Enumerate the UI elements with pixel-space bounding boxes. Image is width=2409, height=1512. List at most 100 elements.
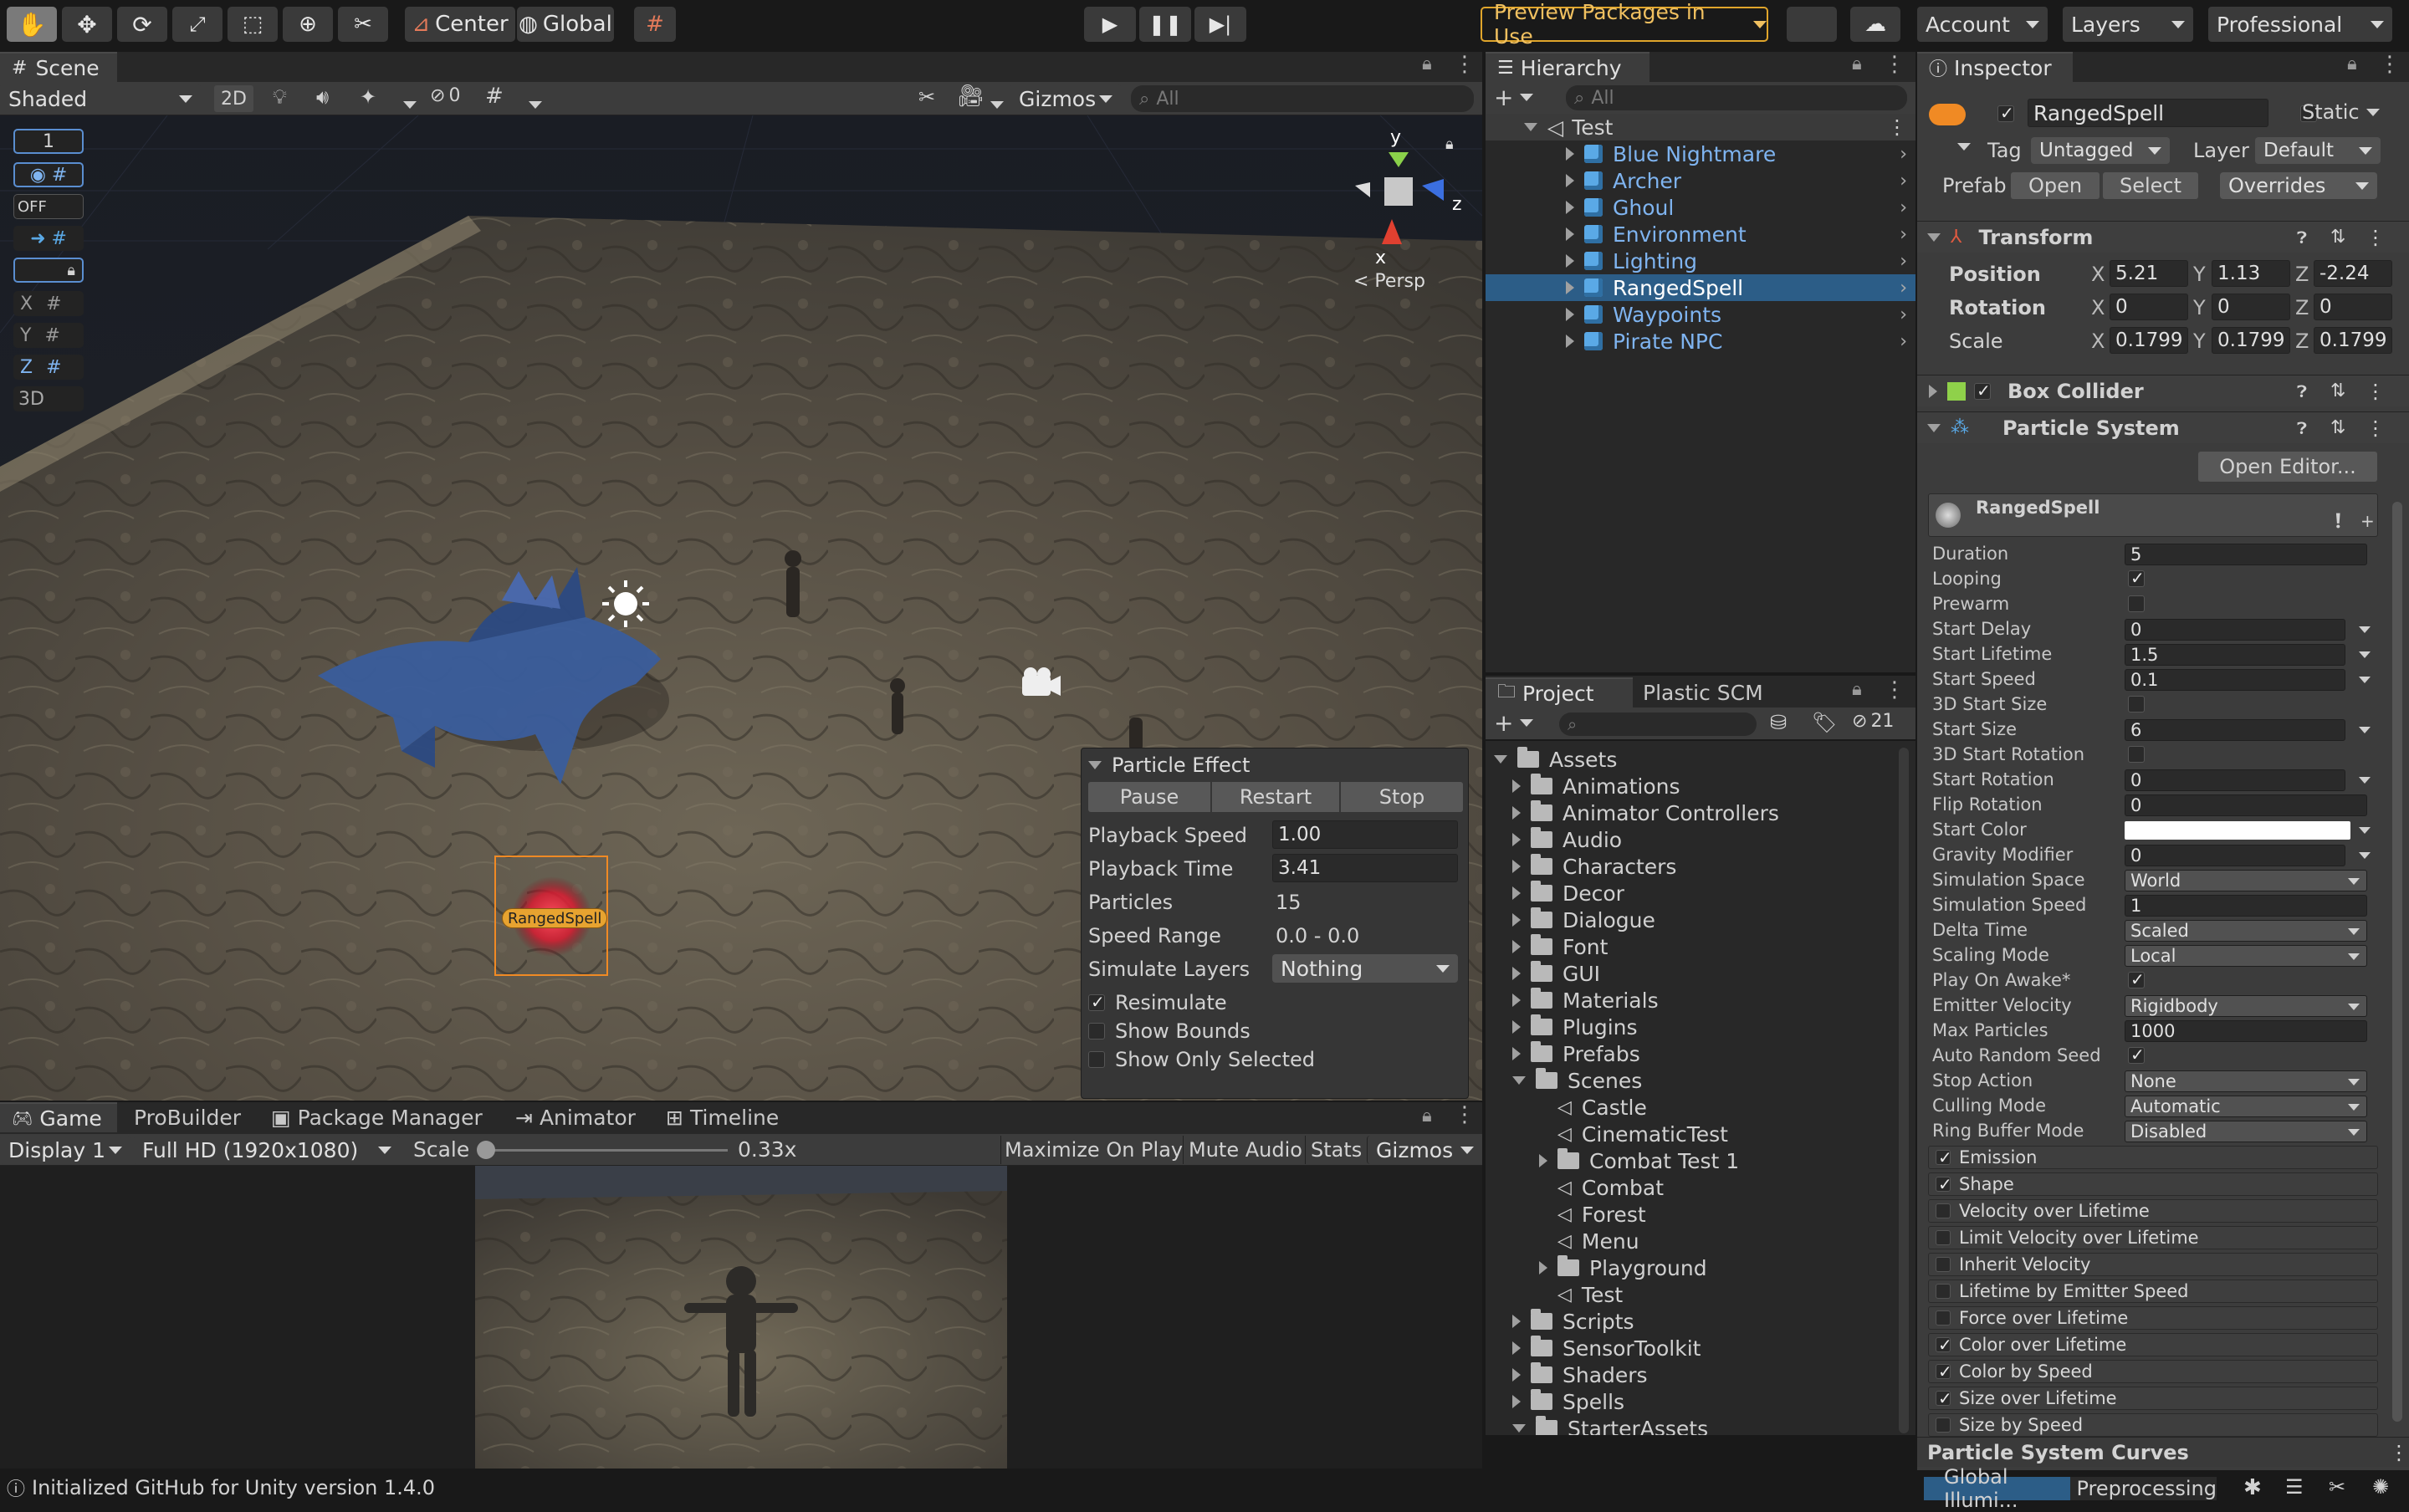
ps-prop-dropdown[interactable]: World (2125, 870, 2367, 891)
tab-project[interactable]: 🗀 Project (1486, 677, 1633, 707)
project-search-input[interactable]: ⌕ (1559, 713, 1757, 736)
ps-module-header[interactable]: Shape (1928, 1172, 2378, 1196)
hierarchy-scene-row[interactable]: ◁ Test ⋮ (1486, 114, 1915, 140)
show-bounds-checkbox[interactable]: Show Bounds (1088, 1019, 1251, 1043)
tab-hierarchy[interactable]: ☰ Hierarchy (1486, 52, 1649, 82)
chevron-right-icon[interactable] (1566, 147, 1574, 161)
hierarchy-item[interactable]: Ghoul › (1486, 194, 1915, 221)
hierarchy-item[interactable]: Archer › (1486, 167, 1915, 194)
ps-prop-dropdown[interactable]: Automatic (2125, 1096, 2367, 1117)
module-checkbox[interactable] (1936, 1203, 1951, 1218)
more-menu-icon[interactable]: ⋮ (1884, 677, 1905, 702)
tab-inspector[interactable]: ⓘ Inspector (1917, 52, 2073, 82)
preset-icon[interactable]: ⇅ (2330, 227, 2345, 248)
chevron-down-icon[interactable] (2359, 777, 2371, 784)
overlay-x-axis[interactable]: X # (13, 291, 84, 316)
hierarchy-item[interactable]: Lighting › (1486, 248, 1915, 274)
prefab-select-button[interactable]: Select (2103, 172, 2198, 199)
chevron-right-icon[interactable] (1512, 1315, 1521, 1328)
particle-restart-button[interactable]: Restart (1212, 782, 1339, 812)
module-checkbox[interactable] (1936, 1257, 1951, 1272)
module-checkbox[interactable] (1936, 1335, 1952, 1355)
show-only-selected-checkbox[interactable]: Show Only Selected (1088, 1048, 1315, 1071)
ps-prop-dropdown[interactable]: Disabled (2125, 1121, 2367, 1142)
hierarchy-item[interactable]: Pirate NPC › (1486, 328, 1915, 355)
transform-z-field[interactable]: 0 (2314, 294, 2392, 320)
more-menu-icon[interactable]: ⋮ (1887, 115, 1907, 139)
prefab-overrides-dropdown[interactable]: Overrides (2220, 172, 2377, 199)
particle-stop-button[interactable]: Stop (1341, 782, 1463, 812)
game-viewport[interactable] (0, 1166, 1482, 1469)
project-item[interactable]: ◁ CinematicTest (1486, 1121, 1915, 1147)
chevron-right-icon[interactable] (1512, 1047, 1521, 1060)
tools-icon[interactable]: ✂ (2329, 1475, 2345, 1499)
transform-z-field[interactable]: 0.1799 (2314, 327, 2392, 354)
overlay-3d-toggle[interactable]: 3D (13, 386, 84, 411)
grid-icon[interactable]: # (485, 84, 504, 109)
lighting-icon[interactable]: 💡︎ (273, 85, 287, 109)
module-checkbox[interactable] (1936, 1361, 1952, 1382)
stack-icon[interactable]: ☰ (2285, 1475, 2304, 1499)
lock-icon[interactable]: 🔒︎ (1422, 1106, 1432, 1126)
particle-pause-button[interactable]: Pause (1088, 782, 1210, 812)
hierarchy-item[interactable]: Environment › (1486, 221, 1915, 248)
module-checkbox[interactable] (1936, 1147, 1952, 1167)
playback-speed-field[interactable]: 1.00 (1272, 820, 1458, 849)
cloud-button[interactable]: ☁ (1850, 7, 1900, 42)
rotate-tool-button[interactable]: ⟳ (117, 7, 167, 42)
help-icon[interactable]: ❓︎ (2297, 227, 2307, 248)
module-checkbox[interactable] (1936, 1388, 1952, 1408)
project-item[interactable]: Combat Test 1 (1486, 1147, 1915, 1174)
chevron-right-icon[interactable] (1566, 201, 1574, 214)
chevron-right-icon[interactable] (1566, 335, 1574, 348)
transform-z-field[interactable]: -2.24 (2314, 260, 2392, 287)
open-editor-button[interactable]: Open Editor... (2198, 452, 2377, 482)
project-item[interactable]: Materials (1486, 987, 1915, 1014)
hand-tool-button[interactable]: ✋ (7, 7, 57, 42)
chevron-right-icon[interactable] (1512, 1368, 1521, 1382)
chevron-right-icon[interactable] (1566, 308, 1574, 321)
chevron-down-icon[interactable] (396, 90, 417, 114)
chevron-down-icon[interactable] (2359, 852, 2371, 859)
simulate-layers-dropdown[interactable]: Nothing (1272, 954, 1458, 983)
chevron-right-icon[interactable]: › (1900, 144, 1907, 165)
project-item[interactable]: GUI (1486, 960, 1915, 987)
ps-prop-field[interactable]: 0 (2125, 794, 2367, 816)
ps-module-header[interactable]: Size by Speed (1928, 1413, 2378, 1437)
scale-slider-handle[interactable] (477, 1141, 495, 1159)
chevron-down-icon[interactable] (984, 90, 1004, 114)
ps-module-header[interactable]: Color over Lifetime (1928, 1333, 2378, 1356)
project-item[interactable]: SensorToolkit (1486, 1335, 1915, 1361)
project-item[interactable]: StarterAssets (1486, 1415, 1915, 1435)
ps-module-header[interactable]: Lifetime by Emitter Speed (1928, 1280, 2378, 1303)
project-item[interactable]: Animations (1486, 773, 1915, 799)
grid-snap-button[interactable]: # (634, 7, 676, 42)
gizmos-dropdown[interactable]: Gizmos (1010, 84, 1121, 114)
more-menu-icon[interactable]: ⋮ (1454, 52, 1476, 77)
transform-y-field[interactable]: 0.1799 (2212, 327, 2290, 354)
project-add-button[interactable]: + (1494, 709, 1534, 737)
pause-button[interactable]: ❚❚ (1139, 7, 1191, 42)
chevron-right-icon[interactable] (1566, 254, 1574, 268)
project-scrollbar[interactable] (1899, 748, 1909, 1433)
ps-prop-field[interactable]: 0 (2125, 769, 2345, 791)
chevron-right-icon[interactable]: › (1900, 304, 1907, 325)
chevron-right-icon[interactable]: › (1900, 224, 1907, 245)
filter-label-icon[interactable]: 🏷︎ (1812, 711, 1837, 734)
ps-prop-field[interactable]: 1 (2125, 895, 2367, 917)
chevron-right-icon[interactable] (1512, 779, 1521, 793)
ps-prop-field[interactable]: 6 (2125, 719, 2345, 741)
more-menu-icon[interactable]: ⋮ (2366, 226, 2386, 249)
start-color-swatch[interactable] (2125, 821, 2350, 840)
help-icon[interactable]: ❓︎ (2297, 381, 2307, 401)
hierarchy-item[interactable]: RangedSpell › (1486, 274, 1915, 301)
chevron-right-icon[interactable]: › (1900, 197, 1907, 218)
overlay-z-axis[interactable]: Z # (13, 355, 84, 380)
debug-icon[interactable]: ✱ (2243, 1475, 2262, 1500)
chevron-right-icon[interactable] (1539, 1261, 1547, 1274)
chevron-down-icon[interactable] (1512, 1424, 1526, 1433)
static-dropdown[interactable]: Static (2302, 100, 2380, 124)
overlay-off-toggle[interactable]: OFF (13, 194, 84, 219)
lock-icon[interactable]: 🔒︎ (1852, 679, 1862, 700)
project-item[interactable]: Font (1486, 933, 1915, 960)
